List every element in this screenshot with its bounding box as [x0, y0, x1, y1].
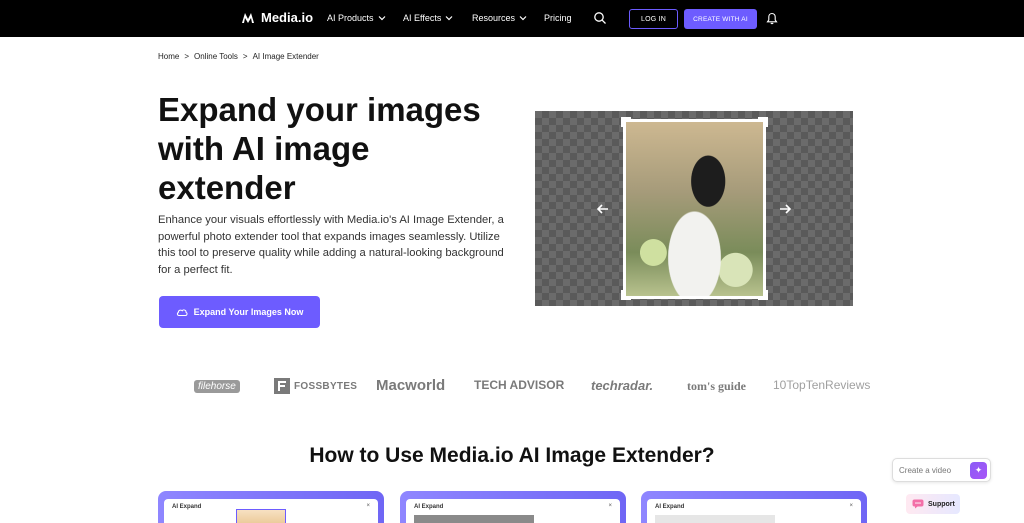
logo-toptenreviews: 10TopTenReviews	[773, 378, 871, 392]
close-icon: ×	[366, 503, 370, 509]
how-to-card[interactable]: AI Expand ×	[641, 491, 867, 523]
top-navigation-bar: Media.io AI Products AI Effects Resource…	[0, 0, 1024, 37]
card-preview: AI Expand ×	[164, 499, 378, 523]
chevron-down-icon	[445, 16, 453, 21]
hero-preview-image	[535, 111, 853, 306]
hero-description: Enhance your visuals effortlessly with M…	[158, 214, 504, 276]
breadcrumb-online-tools[interactable]: Online Tools	[194, 52, 238, 61]
card-preview: AI Expand ×	[647, 499, 861, 523]
press-logos: filehorse FOSSBYTES Macworld TECH ADVISO…	[190, 374, 870, 398]
card-label: AI Expand	[414, 504, 444, 510]
nav-item-label: AI Products	[327, 13, 374, 23]
card-preview: AI Expand ×	[406, 499, 620, 523]
cloud-upload-icon	[176, 309, 188, 316]
crop-handle-bottom-left[interactable]	[621, 290, 631, 300]
close-icon: ×	[608, 503, 612, 509]
nav-item-label: AI Effects	[403, 13, 442, 23]
logo-fossbytes: FOSSBYTES	[274, 378, 357, 394]
nav-item-label: Pricing	[544, 13, 572, 23]
crop-handle-bottom-right[interactable]	[758, 290, 768, 300]
bell-icon[interactable]	[766, 12, 778, 25]
media-io-logo-icon	[242, 12, 254, 23]
nav-item-pricing[interactable]: Pricing	[544, 13, 572, 23]
arrow-left-icon	[596, 204, 608, 214]
create-video-input[interactable]: Create a video	[899, 466, 951, 475]
create-video-widget[interactable]: Create a video ✦	[892, 458, 991, 482]
card-thumbnail	[236, 509, 286, 523]
brand-logo[interactable]: Media.io	[241, 10, 313, 25]
how-to-card[interactable]: AI Expand ×	[158, 491, 384, 523]
crop-handle-top-right[interactable]	[758, 117, 768, 127]
support-label: Support	[928, 500, 955, 508]
breadcrumb-separator: >	[242, 52, 248, 61]
wedding-photo	[623, 119, 766, 299]
brand-name: Media.io	[261, 10, 314, 25]
nav-item-label: Resources	[472, 13, 516, 23]
how-to-heading: How to Use Media.io AI Image Extender?	[309, 444, 715, 467]
nav-item-ai-products[interactable]: AI Products	[327, 13, 386, 23]
breadcrumb-home[interactable]: Home	[158, 52, 179, 61]
logo-techradar: techradar.	[591, 378, 654, 393]
card-thumbnail	[655, 515, 775, 523]
fossbytes-mark-icon	[274, 378, 290, 394]
chevron-down-icon	[378, 16, 385, 21]
expand-images-button[interactable]: Expand Your Images Now	[159, 296, 320, 328]
crop-handle-top-left[interactable]	[621, 117, 631, 127]
breadcrumb: Home > Online Tools > AI Image Extender	[158, 52, 319, 61]
support-button[interactable]: Support	[906, 494, 960, 514]
nav-item-resources[interactable]: Resources	[472, 13, 527, 23]
chevron-down-icon	[519, 16, 527, 21]
breadcrumb-current: AI Image Extender	[252, 52, 319, 61]
logo-macworld: Macworld	[376, 377, 446, 394]
page-title: Expand your images with AI image extende…	[158, 91, 481, 206]
breadcrumb-separator: >	[184, 52, 190, 61]
close-icon: ×	[849, 503, 853, 509]
card-label: AI Expand	[655, 504, 685, 510]
chat-icon	[912, 499, 924, 509]
sparkle-submit-button[interactable]: ✦	[970, 462, 987, 479]
card-label: AI Expand	[172, 504, 202, 510]
expand-images-label: Expand Your Images Now	[193, 307, 304, 317]
card-thumbnail	[414, 515, 534, 523]
logo-filehorse: filehorse	[194, 380, 240, 393]
create-with-ai-button[interactable]: CREATE WITH AI	[684, 9, 757, 29]
search-icon[interactable]	[593, 11, 607, 25]
login-button[interactable]: LOG IN	[629, 9, 678, 29]
how-to-card[interactable]: AI Expand ×	[400, 491, 626, 523]
logo-toms-guide: tom's guide	[687, 379, 747, 393]
sparkle-icon: ✦	[974, 465, 983, 475]
arrow-right-icon	[780, 204, 792, 214]
nav-item-ai-effects[interactable]: AI Effects	[403, 13, 453, 23]
logo-tech-advisor: TECH ADVISOR	[474, 378, 565, 392]
